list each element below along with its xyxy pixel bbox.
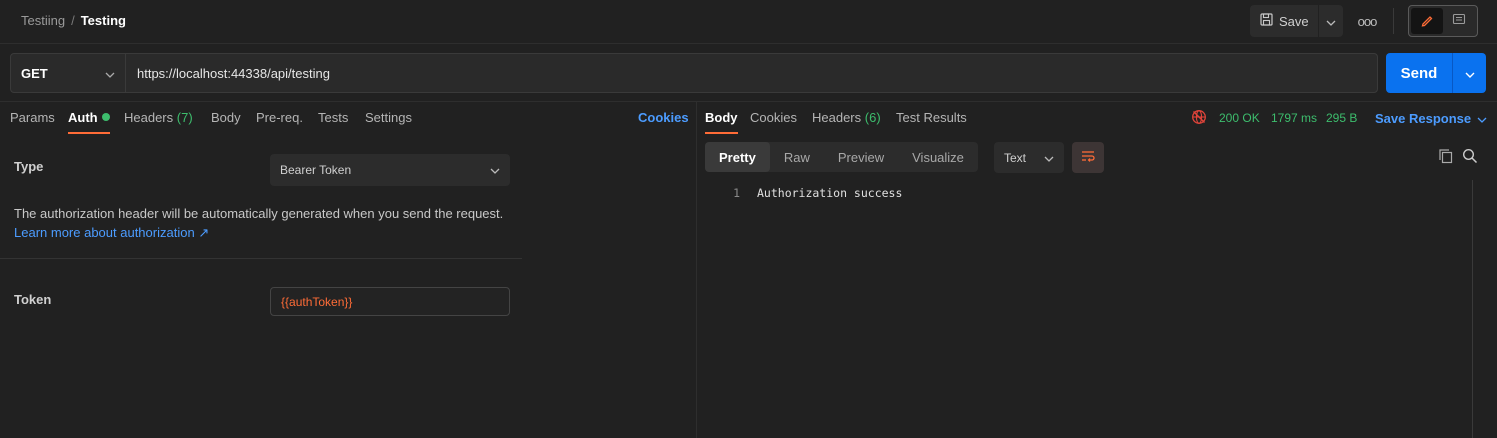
send-button[interactable]: Send — [1386, 53, 1452, 93]
save-label: Save — [1279, 13, 1309, 29]
response-tab-body[interactable]: Body — [705, 110, 738, 134]
edit-icon — [1420, 13, 1434, 30]
comments-view-button[interactable] — [1443, 8, 1475, 34]
active-tab-underline — [68, 132, 110, 134]
auth-description-text: The authorization header will be automat… — [14, 206, 504, 221]
tab-label: Body — [705, 110, 738, 125]
breadcrumb-collection[interactable]: Testiing — [21, 13, 65, 28]
url-input[interactable] — [126, 54, 1377, 92]
search-icon[interactable] — [1462, 148, 1478, 167]
tab-settings[interactable]: Settings — [365, 110, 412, 134]
top-bar: Testiing / Testing Save ooo — [0, 0, 1497, 44]
tab-label: Pre-req. — [256, 110, 303, 125]
response-tab-headers[interactable]: Headers (6) — [812, 110, 881, 134]
headers-count: (7) — [176, 110, 193, 125]
chevron-down-icon — [1477, 111, 1487, 126]
save-options-dropdown[interactable] — [1318, 5, 1343, 37]
save-response-button[interactable]: Save Response — [1375, 111, 1487, 126]
tab-label: Headers — [812, 110, 862, 125]
tab-label: Cookies — [750, 110, 797, 125]
auth-type-value: Bearer Token — [280, 163, 352, 177]
line-text: Authorization success — [757, 186, 903, 200]
learn-more-label: Learn more about authorization — [14, 225, 195, 240]
comment-icon — [1452, 13, 1466, 30]
response-body-line[interactable]: 1 Authorization success — [705, 186, 902, 200]
auth-divider — [0, 258, 522, 259]
chevron-down-icon — [490, 163, 500, 177]
learn-more-link[interactable]: Learn more about authorization ↗ — [14, 223, 503, 242]
tab-headers[interactable]: Headers (7) — [124, 110, 193, 134]
external-link-icon: ↗ — [198, 225, 210, 240]
save-icon — [1260, 13, 1273, 29]
line-number: 1 — [733, 186, 740, 200]
response-time[interactable]: 1797 ms — [1271, 111, 1317, 125]
auth-type-label: Type — [14, 159, 44, 174]
copy-icon[interactable] — [1438, 148, 1454, 167]
tab-label: Body — [211, 110, 241, 125]
token-label: Token — [14, 292, 52, 307]
status-code[interactable]: 200 OK — [1219, 111, 1260, 125]
format-tab-preview[interactable]: Preview — [824, 142, 898, 172]
format-tab-pretty[interactable]: Pretty — [705, 142, 770, 172]
chevron-down-icon — [1044, 151, 1054, 165]
cookies-link[interactable]: Cookies — [638, 110, 689, 134]
headers-count: (6) — [864, 110, 881, 125]
tab-label: Tests — [318, 110, 349, 125]
tab-label: Params — [10, 110, 55, 125]
chevron-down-icon — [1326, 14, 1336, 29]
response-tab-cookies[interactable]: Cookies — [750, 110, 797, 134]
save-response-label: Save Response — [1375, 111, 1472, 126]
save-button-group: Save — [1250, 5, 1343, 37]
send-options-dropdown[interactable] — [1452, 53, 1486, 93]
format-select[interactable]: Text — [994, 142, 1064, 173]
pane-divider[interactable] — [696, 102, 697, 438]
globe-error-icon[interactable] — [1191, 109, 1207, 128]
format-tabs: Pretty Raw Preview Visualize — [705, 142, 978, 172]
auth-description: The authorization header will be automat… — [14, 204, 503, 242]
response-tab-test-results[interactable]: Test Results — [896, 110, 967, 134]
tab-pre-request[interactable]: Pre-req. — [256, 110, 303, 134]
tab-auth[interactable]: Auth — [68, 110, 110, 134]
wrap-lines-button[interactable] — [1072, 142, 1104, 173]
tab-label: Settings — [365, 110, 412, 125]
breadcrumb-request-name[interactable]: Testing — [81, 13, 126, 28]
save-button[interactable]: Save — [1250, 5, 1318, 37]
response-size[interactable]: 295 B — [1326, 111, 1357, 125]
method-select[interactable]: GET — [11, 54, 126, 92]
chevron-down-icon — [105, 66, 115, 81]
breadcrumb-separator: / — [71, 13, 75, 28]
wrap-lines-icon — [1080, 149, 1096, 166]
tab-tests[interactable]: Tests — [318, 110, 348, 134]
header-divider — [1393, 8, 1394, 34]
active-tab-underline — [705, 132, 738, 134]
chevron-down-icon — [1465, 66, 1475, 81]
response-scrollbar[interactable] — [1472, 180, 1473, 438]
token-input[interactable]: {{authToken}} — [270, 287, 510, 316]
format-select-value: Text — [1004, 150, 1027, 165]
tab-body[interactable]: Body — [211, 110, 241, 134]
format-tab-visualize[interactable]: Visualize — [898, 142, 978, 172]
edit-view-button[interactable] — [1411, 8, 1443, 34]
tab-params[interactable]: Params — [10, 110, 55, 134]
breadcrumb: Testiing / Testing — [21, 13, 126, 28]
send-button-group: Send — [1386, 53, 1486, 93]
method-label: GET — [21, 65, 48, 81]
tab-label: Headers — [124, 110, 174, 125]
format-tab-raw[interactable]: Raw — [770, 142, 824, 172]
tab-label: Auth — [68, 110, 98, 125]
section-divider — [0, 101, 1497, 102]
auth-active-indicator — [101, 113, 110, 121]
tab-label: Test Results — [896, 110, 967, 125]
request-url-bar: GET — [10, 53, 1378, 93]
auth-type-select[interactable]: Bearer Token — [270, 154, 510, 186]
more-actions-button[interactable]: ooo — [1355, 10, 1379, 32]
more-icon: ooo — [1357, 13, 1378, 29]
view-toggle — [1408, 5, 1478, 37]
